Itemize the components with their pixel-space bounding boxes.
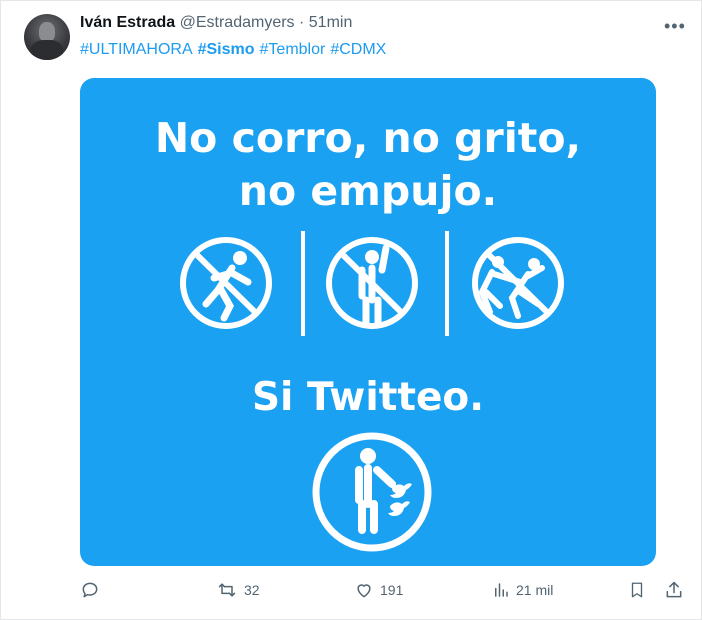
- reply-button[interactable]: [80, 580, 100, 600]
- tweet-actions: 32 191 21 mil: [0, 580, 702, 608]
- views-button[interactable]: 21 mil: [492, 580, 553, 600]
- share-button[interactable]: [664, 580, 684, 600]
- more-horizontal-icon[interactable]: •••: [664, 16, 686, 37]
- views-icon: [495, 583, 508, 597]
- author-name[interactable]: Iván Estrada: [80, 14, 175, 31]
- no-running-icon: [180, 237, 272, 329]
- share-icon: [666, 581, 682, 598]
- like-button[interactable]: 191: [354, 580, 403, 600]
- image-text-line-2: no empujo.: [239, 167, 498, 215]
- hashtag-link[interactable]: #Sismo: [198, 41, 255, 58]
- views-count: 21 mil: [516, 582, 554, 598]
- hashtag-link[interactable]: #CDMX: [330, 41, 386, 58]
- avatar[interactable]: [24, 14, 70, 60]
- tweet-header: Iván Estrada @Estradamyers · 51min: [80, 14, 352, 32]
- retweet-icon: [218, 583, 236, 597]
- no-shouting-icon: [326, 237, 418, 329]
- author-handle[interactable]: @Estradamyers: [180, 14, 295, 31]
- tweet-image[interactable]: No corro, no grito, no empujo. Si Twitte…: [80, 78, 656, 566]
- reply-icon: [82, 582, 98, 598]
- no-pushing-icon: [472, 237, 564, 329]
- bookmark-icon: [631, 582, 643, 598]
- like-count: 191: [380, 582, 404, 598]
- retweet-count: 32: [244, 582, 260, 598]
- heart-icon: [357, 584, 371, 598]
- bookmark-button[interactable]: [628, 580, 646, 600]
- image-text-line-1: No corro, no grito,: [155, 114, 581, 162]
- hashtag-link[interactable]: #ULTIMAHORA: [80, 41, 193, 58]
- hashtag-link[interactable]: #Temblor: [260, 41, 326, 58]
- tweet-hashtags: #ULTIMAHORA #Sismo #Temblor #CDMX: [80, 41, 391, 59]
- retweet-button[interactable]: 32: [216, 580, 260, 600]
- person-with-twitter-birds-icon: [312, 432, 432, 552]
- tweet-time[interactable]: 51min: [309, 14, 353, 31]
- image-text-line-3: Si Twitteo.: [252, 375, 484, 420]
- header-separator: ·: [299, 14, 305, 31]
